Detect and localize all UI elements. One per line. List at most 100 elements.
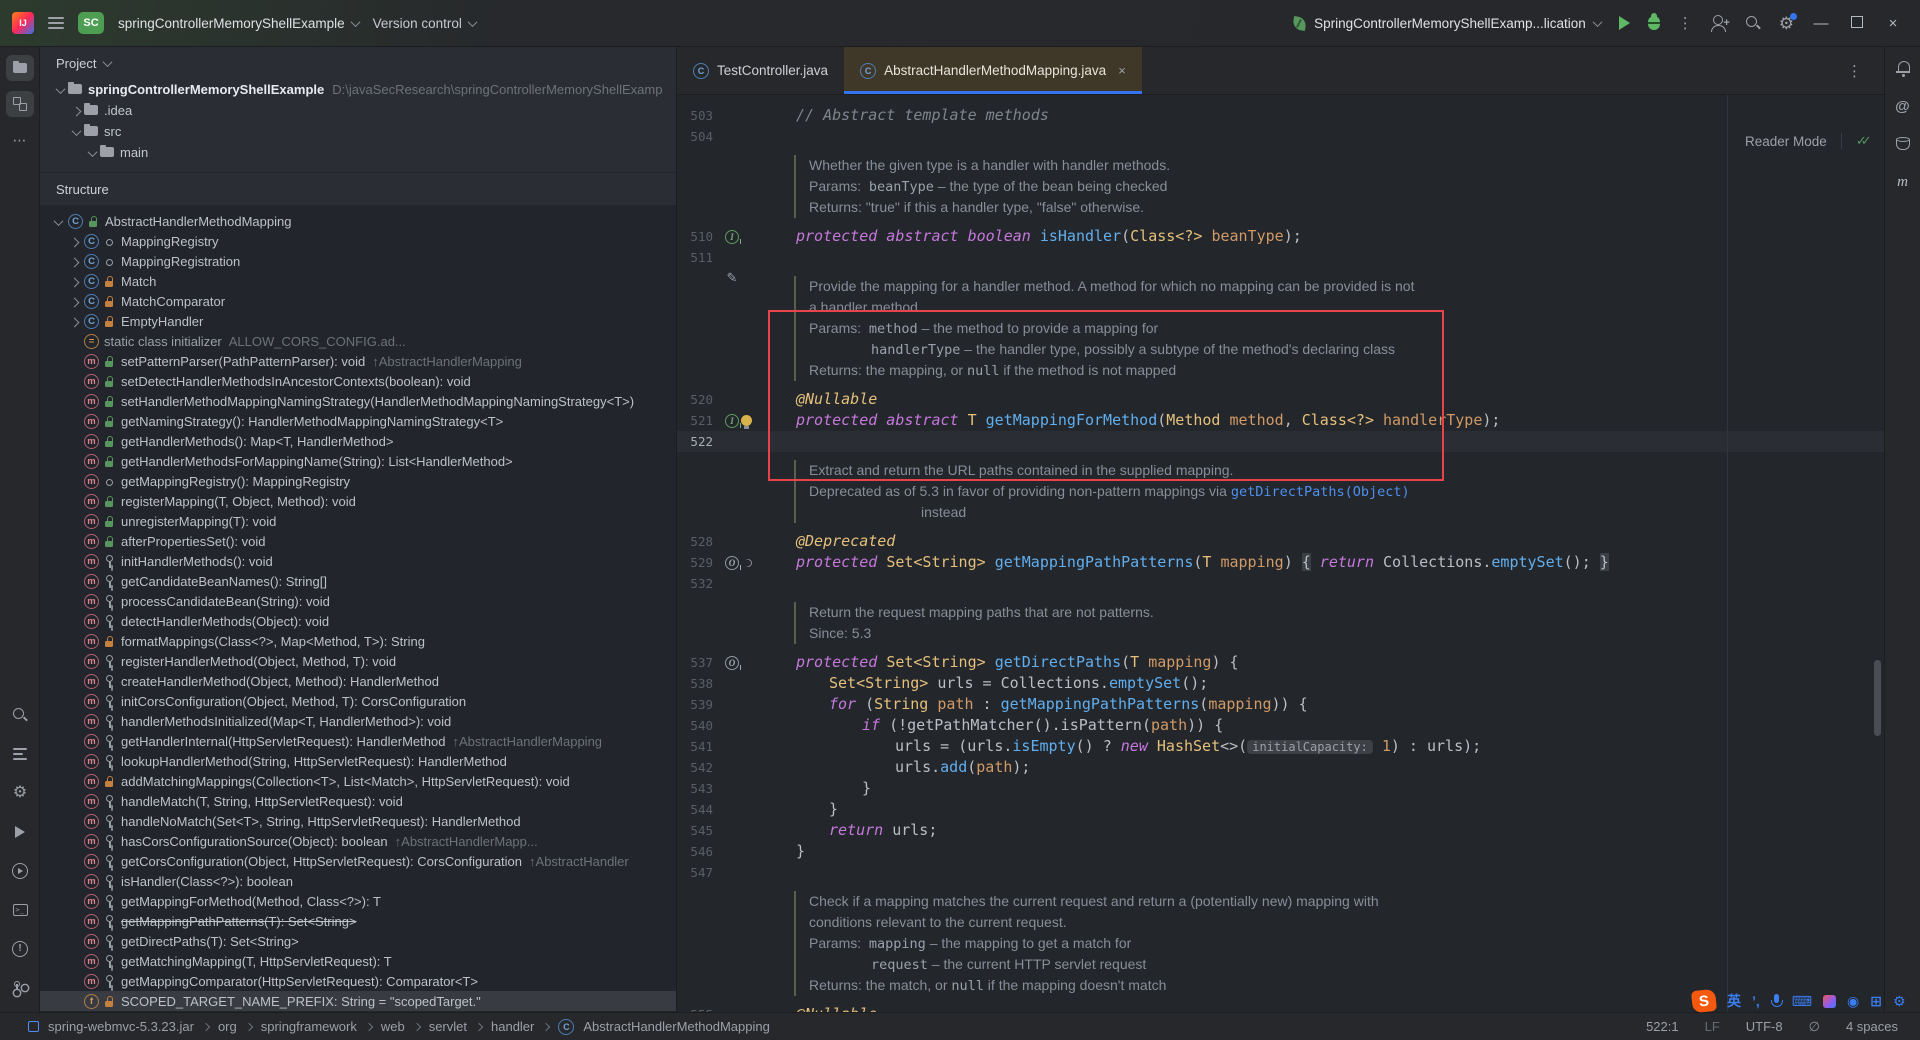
minimize-button[interactable]: — — [1812, 15, 1830, 32]
editor-vertical-scrollbar[interactable] — [1874, 660, 1881, 736]
tree-chevron-icon[interactable] — [66, 294, 82, 309]
tool-button-database[interactable] — [1889, 131, 1917, 157]
settings-gear-icon[interactable]: ⚙ — [1779, 12, 1797, 32]
code-line[interactable]: 503 // Abstract template methods — [677, 105, 1884, 126]
indent-setting[interactable]: 4 spaces — [1846, 1019, 1898, 1034]
overridden-marker-icon[interactable]: O — [725, 555, 742, 570]
tool-button-problems[interactable]: ! — [6, 936, 34, 962]
rendered-doc-block[interactable]: Return the request mapping paths that ar… — [677, 594, 1884, 652]
code-line[interactable]: 521 Iprotected abstract T getMappingForMe… — [677, 410, 1884, 431]
tree-chevron-icon[interactable] — [68, 124, 84, 139]
doc-link[interactable]: getDirectPaths(Object) — [1231, 484, 1410, 500]
code-line[interactable]: 529 Oprotected Set<String> getMappingPath… — [677, 552, 1884, 573]
tree-chevron-icon[interactable] — [50, 214, 66, 229]
reader-mode-chip[interactable]: Reader Mode ✓✓ — [1745, 133, 1872, 149]
overridden-marker-icon[interactable]: O — [725, 655, 742, 670]
structure-item[interactable]: m getCandidateBeanNames(): String[] — [40, 571, 676, 591]
structure-item[interactable]: m registerHandlerMethod(Object, Method, T… — [40, 651, 676, 671]
ime-mic-icon[interactable] — [1770, 993, 1783, 1009]
ime-key[interactable]: 英 — [1727, 993, 1741, 1009]
structure-item[interactable]: m getHandlerInternal(HttpServletRequest):… — [40, 731, 676, 751]
code-line[interactable]: 538 Set<String> urls = Collections.emptyS… — [677, 673, 1884, 694]
structure-item[interactable]: C AbstractHandlerMethodMapping — [40, 211, 676, 231]
ime-keyboard-icon[interactable]: ⌨ — [1792, 993, 1812, 1009]
structure-item[interactable]: C MappingRegistration — [40, 251, 676, 271]
code-line[interactable]: 520 @Nullable — [677, 389, 1884, 410]
structure-item[interactable]: m getMappingForMethod(Method, Class<?>): … — [40, 891, 676, 911]
debug-button[interactable] — [1647, 13, 1660, 30]
run-configuration-selector[interactable]: SpringControllerMemoryShellExamp...licat… — [1292, 15, 1603, 31]
structure-item[interactable]: m isHandler(Class<?>): boolean — [40, 871, 676, 891]
tree-chevron-icon[interactable] — [84, 145, 100, 160]
tool-button-search[interactable] — [6, 702, 34, 728]
rendered-doc-block[interactable]: Extract and return the URL paths contain… — [677, 452, 1884, 531]
structure-item[interactable]: m hasCorsConfigurationSource(Object): boo… — [40, 831, 676, 851]
tool-button-services[interactable] — [6, 858, 34, 884]
structure-item[interactable]: m registerMapping(T, Object, Method): voi… — [40, 491, 676, 511]
intention-bulb-icon[interactable] — [741, 415, 752, 429]
code-line[interactable]: 541 urls = (urls.isEmpty() ? new HashSet<… — [677, 736, 1884, 757]
structure-item[interactable]: m createHandlerMethod(Object, Method): Ha… — [40, 671, 676, 691]
rendered-doc-block[interactable]: ✎ Provide the mapping for a handler metho… — [677, 268, 1884, 389]
structure-item[interactable]: m getHandlerMethods(): Map<T, HandlerMeth… — [40, 431, 676, 451]
code-line[interactable]: 543} — [677, 778, 1884, 799]
rendered-doc-block[interactable]: Whether the given type is a handler with… — [677, 147, 1884, 226]
structure-item[interactable]: C MatchComparator — [40, 291, 676, 311]
breadcrumb-item[interactable]: spring-webmvc-5.3.23.jar — [48, 1019, 194, 1034]
ime-key[interactable]: ’, — [1752, 993, 1760, 1009]
project-panel-header[interactable]: Project — [40, 47, 676, 79]
maximize-button[interactable] — [1848, 15, 1866, 32]
tree-chevron-icon[interactable] — [52, 82, 68, 97]
search-everywhere-icon[interactable] — [1745, 15, 1761, 31]
ime-grid-icon[interactable]: ⊞ — [1870, 993, 1882, 1009]
structure-item[interactable]: C EmptyHandler — [40, 311, 676, 331]
structure-item[interactable]: m addMatchingMappings(Collection<T>, List… — [40, 771, 676, 791]
tab-abstracthandlermethodmapping-java[interactable]: C AbstractHandlerMethodMapping.java × — [844, 47, 1142, 94]
project-tree-item[interactable]: src — [40, 121, 676, 142]
tab-testcontroller-java[interactable]: C TestController.java — [677, 47, 844, 94]
structure-item[interactable]: m getMatchingMapping(T, HttpServletReques… — [40, 951, 676, 971]
tool-button-build-gear[interactable]: ⚙ — [6, 780, 34, 806]
ime-settings-icon[interactable]: ⚙ — [1893, 993, 1906, 1009]
structure-item[interactable]: m setDetectHandlerMethodsInAncestorContex… — [40, 371, 676, 391]
structure-item[interactable]: m getHandlerMethodsForMappingName(String)… — [40, 451, 676, 471]
edit-pencil-icon[interactable]: ✎ — [725, 271, 739, 286]
structure-item[interactable]: m processCandidateBean(String): void — [40, 591, 676, 611]
structure-item[interactable]: f SCOPED_TARGET_NAME_PREFIX: String = "sc… — [40, 991, 676, 1011]
ime-skin-icon[interactable] — [1823, 994, 1836, 1008]
breadcrumb-item[interactable]: web — [381, 1019, 405, 1034]
structure-item[interactable]: m handleMatch(T, String, HttpServletReque… — [40, 791, 676, 811]
tool-button-more-dots[interactable]: ⋯ — [6, 127, 34, 153]
read-only-icon[interactable]: ∅ — [1809, 1019, 1820, 1035]
tool-button-spring-at[interactable]: @ — [1889, 93, 1917, 119]
breadcrumb-item[interactable]: springframework — [261, 1019, 357, 1034]
structure-item[interactable]: m getMappingPathPatterns(T): Set<String> — [40, 911, 676, 931]
ime-toolbox-icon[interactable]: ◉ — [1847, 993, 1859, 1009]
tab-list-more-icon[interactable]: ⋮ — [1847, 62, 1862, 80]
structure-item[interactable]: m getMappingComparator(HttpServletRequest… — [40, 971, 676, 991]
rendered-doc-block[interactable]: Check if a mapping matches the current r… — [677, 883, 1884, 1004]
code-with-me-icon[interactable] — [1710, 15, 1730, 32]
tool-button-run-triangle[interactable] — [6, 819, 34, 845]
breadcrumb-item[interactable]: AbstractHandlerMethodMapping — [583, 1019, 769, 1034]
structure-item[interactable]: m lookupHandlerMethod(String, HttpServlet… — [40, 751, 676, 771]
tree-chevron-icon[interactable] — [68, 103, 84, 118]
breadcrumb-item[interactable]: org — [218, 1019, 237, 1034]
tool-button-notifications-bell[interactable] — [1889, 55, 1917, 81]
tool-button-todo[interactable] — [6, 741, 34, 767]
structure-item[interactable]: m setPatternParser(PathPatternParser): vo… — [40, 351, 676, 371]
fold-collapsed-icon[interactable] — [742, 556, 754, 569]
tool-button-structure-boxes[interactable] — [6, 91, 34, 117]
line-ending[interactable]: LF — [1705, 1019, 1720, 1034]
structure-item[interactable]: m getNamingStrategy(): HandlerMethodMappi… — [40, 411, 676, 431]
structure-item[interactable]: m handleNoMatch(Set<T>, String, HttpServl… — [40, 811, 676, 831]
structure-item[interactable]: m getDirectPaths(T): Set<String> — [40, 931, 676, 951]
run-button[interactable] — [1618, 16, 1630, 30]
code-line[interactable]: 528 @Deprecated — [677, 531, 1884, 552]
code-line[interactable]: 545 return urls; — [677, 820, 1884, 841]
structure-item[interactable]: C MappingRegistry — [40, 231, 676, 251]
structure-item[interactable]: m getCorsConfiguration(Object, HttpServle… — [40, 851, 676, 871]
more-actions-icon[interactable]: ⋮ — [1678, 16, 1693, 31]
structure-item[interactable]: m getMappingRegistry(): MappingRegistry — [40, 471, 676, 491]
structure-item[interactable]: m setHandlerMethodMappingNamingStrategy(H… — [40, 391, 676, 411]
